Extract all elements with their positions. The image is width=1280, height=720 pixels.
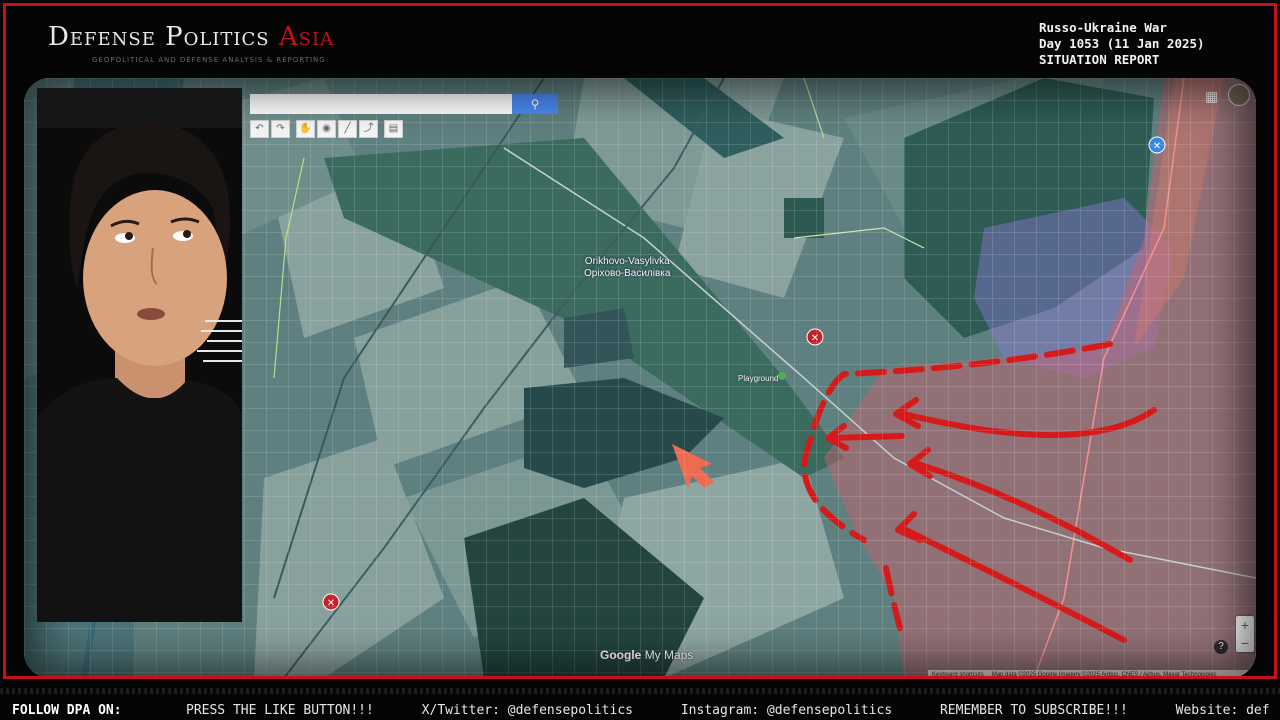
ticker-item: Website: def <box>1175 703 1270 718</box>
ticker-item: PRESS THE LIKE BUTTON!!! <box>186 703 374 718</box>
poi-label-playground: Playground <box>738 374 779 383</box>
place-label-town: Orikhovo-Vasylivka Орiхово-Василiвка <box>584 256 670 280</box>
presenter-webcam <box>37 88 242 622</box>
map-toolbar: ↶ ↷ ✋ ◉ ╱ ⤴ ▤ <box>250 120 403 138</box>
scanline-strip <box>0 688 1280 694</box>
map-search-button[interactable]: ⚲ <box>512 94 558 114</box>
map-attribution: Keyboard shortcuts Map data ©2025 Google… <box>928 670 1248 678</box>
zoom-out-button[interactable]: − <box>1236 634 1254 652</box>
svg-text:✕: ✕ <box>327 598 335 609</box>
map-data-credit: Map data ©2025 Google Imagery ©2025 Airb… <box>991 672 1217 678</box>
mymaps-logo-text: My Maps <box>644 648 694 662</box>
ticker-label: FOLLOW DPA ON: <box>12 703 122 718</box>
apps-grid-icon[interactable]: ▦ <box>1205 88 1218 105</box>
keyboard-shortcuts-link[interactable]: Keyboard shortcuts <box>932 670 984 678</box>
report-subtitle: SITUATION REPORT <box>1039 52 1160 67</box>
avatar[interactable] <box>1228 84 1250 106</box>
google-logo-text: Google <box>600 648 642 662</box>
svg-text:✕: ✕ <box>811 333 819 344</box>
draw-line-icon[interactable]: ╱ <box>338 120 357 138</box>
ruler-icon[interactable]: ▤ <box>384 120 403 138</box>
zoom-control: + − <box>1236 616 1254 652</box>
map-search-input[interactable] <box>250 94 512 114</box>
marker-icon[interactable]: ◉ <box>317 120 336 138</box>
place-label-cyrillic: Орiхово-Василiвка <box>584 268 671 279</box>
directions-icon[interactable]: ⤴ <box>359 120 378 138</box>
redo-icon[interactable]: ↷ <box>271 120 290 138</box>
ticker-item: Instagram: @defensepolitics <box>680 703 893 718</box>
presenter-figure <box>37 88 242 622</box>
ticker-item: REMEMBER TO SUBSCRIBE!!! <box>939 703 1128 718</box>
brand-logo: Defense Politics Asia <box>48 22 334 52</box>
situation-report-header: Russo-Ukraine War Day 1053 (11 Jan 2025)… <box>1039 20 1205 68</box>
place-label-latin: Orikhovo-Vasylivka <box>584 256 670 267</box>
google-mymaps-logo: Google My Maps <box>600 648 693 662</box>
hand-icon[interactable]: ✋ <box>296 120 315 138</box>
brand-name: Defense Politics <box>48 22 270 52</box>
zoom-in-button[interactable]: + <box>1236 616 1254 634</box>
ticker-item: X/Twitter: @defensepolitics <box>421 703 633 718</box>
help-icon[interactable]: ? <box>1214 640 1228 654</box>
search-icon: ⚲ <box>530 97 540 111</box>
report-war-title: Russo-Ukraine War <box>1039 20 1167 35</box>
brand-tagline: GEOPOLITICAL AND DEFENSE ANALYSIS & REPO… <box>92 56 326 64</box>
news-ticker: PRESS THE LIKE BUTTON!!! X/Twitter: @def… <box>186 703 1280 718</box>
report-day: Day 1053 (11 Jan 2025) <box>1039 36 1205 51</box>
brand-accent: Asia <box>278 22 335 52</box>
svg-text:✕: ✕ <box>1153 141 1161 152</box>
undo-icon[interactable]: ↶ <box>250 120 269 138</box>
